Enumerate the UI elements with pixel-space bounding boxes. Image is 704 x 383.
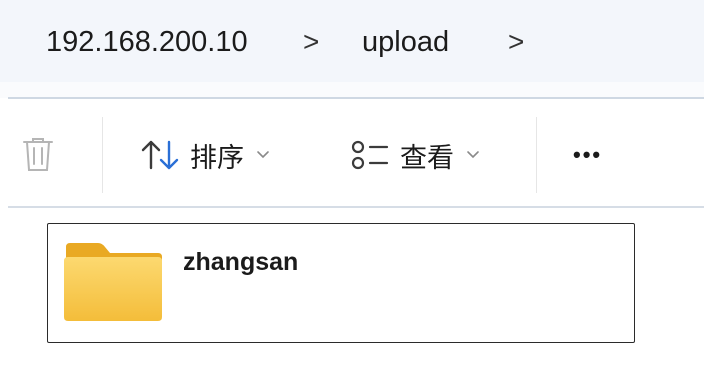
- breadcrumb-chevron-icon[interactable]: >: [303, 22, 319, 62]
- file-name: zhangsan: [183, 248, 299, 276]
- more-options-button[interactable]: •••: [573, 137, 602, 173]
- file-explorer-window: 192.168.200.10 > upload > 排序 查看 ••• zhan…: [0, 0, 704, 383]
- toolbar-divider: [102, 117, 103, 193]
- delete-button[interactable]: [20, 135, 56, 173]
- folder-icon: [64, 243, 162, 321]
- sort-arrows-icon: [141, 140, 179, 170]
- address-bar[interactable]: 192.168.200.10 > upload >: [0, 0, 704, 82]
- sort-button[interactable]: 排序: [140, 135, 270, 175]
- chevron-down-icon: [257, 151, 269, 159]
- breadcrumb-chevron-icon[interactable]: >: [508, 22, 524, 62]
- breadcrumb-item-host[interactable]: 192.168.200.10: [46, 22, 248, 62]
- trash-icon: [23, 138, 53, 171]
- breadcrumb-item-upload[interactable]: upload: [362, 22, 449, 62]
- command-bar: 排序 查看 •••: [0, 99, 704, 207]
- view-label: 查看: [400, 142, 454, 173]
- view-list-icon: [351, 140, 389, 170]
- sort-label: 排序: [190, 142, 244, 173]
- toolbar-divider-bottom: [8, 206, 704, 208]
- ellipsis-icon: •••: [573, 142, 603, 167]
- file-item-zhangsan[interactable]: zhangsan: [47, 223, 635, 343]
- toolbar-divider: [536, 117, 537, 193]
- address-spacer: [0, 82, 704, 98]
- view-button[interactable]: 查看: [350, 135, 480, 175]
- chevron-down-icon: [467, 151, 479, 159]
